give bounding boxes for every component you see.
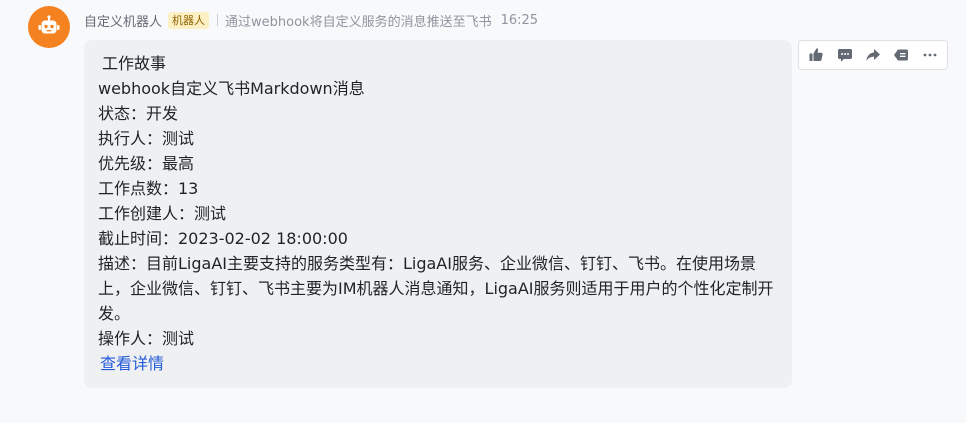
bot-badge: 机器人 bbox=[168, 11, 210, 29]
message-header: 自定义机器人 机器人 通过webhook将自定义服务的消息推送至飞书 16:25 bbox=[84, 10, 538, 30]
comment-button[interactable] bbox=[833, 43, 857, 67]
field-status: 状态：开发 bbox=[98, 104, 179, 123]
field-operator: 操作人：测试 bbox=[98, 329, 195, 348]
message-row: 自定义机器人 机器人 通过webhook将自定义服务的消息推送至飞书 16:25… bbox=[0, 0, 966, 423]
forward-icon bbox=[866, 49, 880, 61]
comment-icon bbox=[837, 49, 852, 62]
card-description: 描述：目前LigaAI主要支持的服务类型有：LigaAI服务、企业微信、钉钉、飞… bbox=[98, 254, 774, 323]
bot-avatar[interactable] bbox=[28, 6, 70, 48]
thumbs-up-icon bbox=[809, 48, 823, 61]
message-time: 16:25 bbox=[500, 12, 539, 28]
header-divider bbox=[217, 14, 219, 26]
more-icon bbox=[923, 53, 937, 57]
message-card: 工作故事 webhook自定义飞书Markdown消息 状态：开发 执行人：测试… bbox=[84, 40, 792, 388]
field-assignee: 执行人：测试 bbox=[98, 129, 195, 148]
card-title: 工作故事 bbox=[102, 54, 167, 73]
field-due-date: 截止时间：2023-02-02 18:00:00 bbox=[98, 229, 348, 248]
pin-icon bbox=[894, 49, 909, 61]
robot-icon bbox=[38, 15, 60, 34]
thumbs-up-button[interactable] bbox=[804, 43, 828, 67]
sender-name[interactable]: 自定义机器人 bbox=[84, 11, 162, 30]
card-subtitle: webhook自定义飞书Markdown消息 bbox=[98, 79, 365, 98]
field-creator: 工作创建人：测试 bbox=[98, 204, 227, 223]
field-priority: 优先级：最高 bbox=[98, 154, 195, 173]
more-button[interactable] bbox=[918, 43, 942, 67]
message-actions-toolbar bbox=[798, 40, 948, 70]
bot-description: 通过webhook将自定义服务的消息推送至飞书 bbox=[225, 14, 492, 30]
view-details-link[interactable]: 查看详情 bbox=[98, 351, 164, 376]
field-story-points: 工作点数：13 bbox=[98, 179, 199, 198]
pin-button[interactable] bbox=[889, 43, 913, 67]
forward-button[interactable] bbox=[861, 43, 885, 67]
